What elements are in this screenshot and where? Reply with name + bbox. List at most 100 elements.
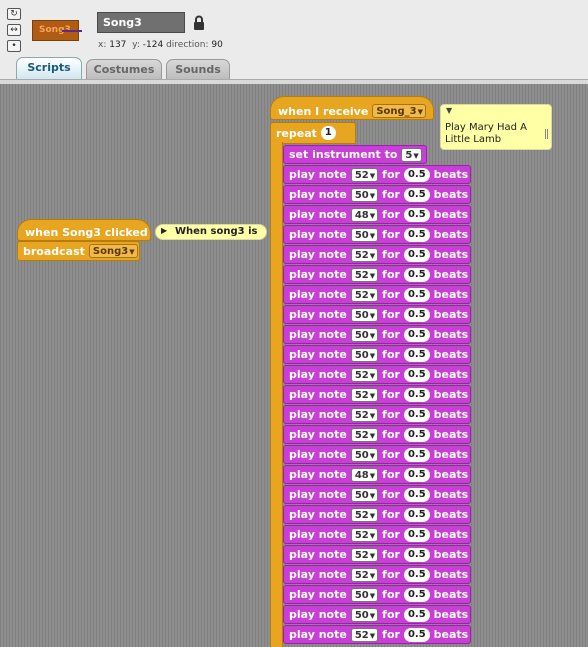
beats-field[interactable]: 0.5 [403,227,430,242]
note-dropdown[interactable]: 52▼ [350,427,379,442]
play-note-block[interactable]: play note 52▼ for 0.5 beats [283,365,471,384]
comment-left[interactable]: ▶ When song3 is [155,224,267,240]
play-note-block[interactable]: play note 52▼ for 0.5 beats [283,565,471,584]
play-note-block[interactable]: play note 52▼ for 0.5 beats [283,285,471,304]
note-dropdown[interactable]: 52▼ [350,407,379,422]
beats-field[interactable]: 0.5 [403,347,430,362]
beats-field[interactable]: 0.5 [403,327,430,342]
note-dropdown[interactable]: 52▼ [350,167,379,182]
note-dropdown[interactable]: 50▼ [350,607,379,622]
note-dropdown[interactable]: 48▼ [350,207,379,222]
note-dropdown[interactable]: 50▼ [350,227,379,242]
repeat-count-field[interactable]: 1 [320,126,336,140]
note-value: 52 [354,569,369,581]
play-note-block[interactable]: play note 50▼ for 0.5 beats [283,305,471,324]
beats-field[interactable]: 0.5 [403,427,430,442]
when-clicked-hat-block[interactable]: when Song3 clicked [17,219,151,241]
tab-sounds[interactable]: Sounds [166,59,230,79]
rotate-full-icon[interactable]: ↻ [7,8,21,20]
note-dropdown[interactable]: 50▼ [350,447,379,462]
beats-field[interactable]: 0.5 [403,567,430,582]
play-note-block[interactable]: play note 50▼ for 0.5 beats [283,485,471,504]
play-note-block[interactable]: play note 50▼ for 0.5 beats [283,445,471,464]
scripts-area[interactable]: when Song3 clicked broadcast Song3▼ ▶ Wh… [0,84,588,647]
note-dropdown[interactable]: 50▼ [350,307,379,322]
note-dropdown[interactable]: 50▼ [350,327,379,342]
beats-field[interactable]: 0.5 [403,267,430,282]
note-dropdown[interactable]: 52▼ [350,247,379,262]
beats-field[interactable]: 0.5 [403,627,430,642]
play-note-block[interactable]: play note 52▼ for 0.5 beats [283,505,471,524]
comment-right[interactable]: ▼ Play Mary Had A Little Lamb [440,104,552,150]
tab-scripts[interactable]: Scripts [16,57,82,80]
play-note-block[interactable]: play note 50▼ for 0.5 beats [283,325,471,344]
flip-left-right-icon[interactable]: ↔ [7,24,21,36]
note-dropdown[interactable]: 50▼ [350,347,379,362]
tab-costumes[interactable]: Costumes [86,59,162,79]
beats-field[interactable]: 0.5 [403,307,430,322]
note-value: 52 [354,549,369,561]
beats-field[interactable]: 0.5 [403,187,430,202]
comment-collapse-icon[interactable]: ▼ [446,106,452,115]
play-note-block[interactable]: play note 48▼ for 0.5 beats [283,465,471,484]
sprite-name-field[interactable]: Song3 [97,12,185,33]
note-dropdown[interactable]: 50▼ [350,587,379,602]
beats-field[interactable]: 0.5 [403,527,430,542]
beats-field[interactable]: 0.5 [403,487,430,502]
note-value: 50 [354,589,369,601]
play-note-block[interactable]: play note 52▼ for 0.5 beats [283,625,471,644]
lock-icon[interactable] [193,15,205,30]
play-note-block[interactable]: play note 52▼ for 0.5 beats [283,165,471,184]
instrument-dropdown[interactable]: 5▼ [401,147,422,162]
beats-field[interactable]: 0.5 [403,547,430,562]
beats-field[interactable]: 0.5 [403,387,430,402]
broadcast-block[interactable]: broadcast Song3▼ [17,241,140,261]
beats-field[interactable]: 0.5 [403,367,430,382]
play-note-block[interactable]: play note 52▼ for 0.5 beats [283,425,471,444]
note-dropdown[interactable]: 50▼ [350,187,379,202]
no-rotate-icon[interactable]: • [7,40,21,52]
comment-resize-handle[interactable] [545,129,548,139]
note-dropdown[interactable]: 52▼ [350,527,379,542]
play-note-block[interactable]: play note 52▼ for 0.5 beats [283,385,471,404]
note-dropdown[interactable]: 52▼ [350,547,379,562]
play-note-block[interactable]: play note 50▼ for 0.5 beats [283,345,471,364]
play-note-block[interactable]: play note 48▼ for 0.5 beats [283,205,471,224]
beats-field[interactable]: 0.5 [403,167,430,182]
play-note-label: play note [289,188,347,201]
broadcast-dropdown[interactable]: Song3▼ [88,244,138,258]
play-note-block[interactable]: play note 50▼ for 0.5 beats [283,585,471,604]
beats-field[interactable]: 0.5 [403,287,430,302]
beats-field[interactable]: 0.5 [403,507,430,522]
note-dropdown[interactable]: 52▼ [350,567,379,582]
play-note-block[interactable]: play note 52▼ for 0.5 beats [283,265,471,284]
note-dropdown[interactable]: 52▼ [350,287,379,302]
set-instrument-block[interactable]: set instrument to 5▼ [283,145,427,164]
receive-dropdown[interactable]: Song_3▼ [372,104,427,118]
play-note-block[interactable]: play note 50▼ for 0.5 beats [283,225,471,244]
beats-field[interactable]: 0.5 [403,467,430,482]
beats-field[interactable]: 0.5 [403,207,430,222]
note-dropdown[interactable]: 48▼ [350,467,379,482]
play-note-block[interactable]: play note 50▼ for 0.5 beats [283,605,471,624]
comment-collapse-icon[interactable]: ▶ [161,226,167,235]
play-note-block[interactable]: play note 52▼ for 0.5 beats [283,245,471,264]
beats-field[interactable]: 0.5 [403,247,430,262]
note-dropdown[interactable]: 52▼ [350,367,379,382]
note-dropdown[interactable]: 52▼ [350,387,379,402]
play-note-block[interactable]: play note 50▼ for 0.5 beats [283,185,471,204]
note-dropdown[interactable]: 52▼ [350,627,379,642]
repeat-block[interactable]: repeat 1 [270,122,356,144]
play-note-block[interactable]: play note 52▼ for 0.5 beats [283,525,471,544]
play-note-block[interactable]: play note 52▼ for 0.5 beats [283,545,471,564]
beats-field[interactable]: 0.5 [403,607,430,622]
note-dropdown[interactable]: 52▼ [350,267,379,282]
note-dropdown[interactable]: 52▼ [350,507,379,522]
play-note-block[interactable]: play note 52▼ for 0.5 beats [283,405,471,424]
note-dropdown[interactable]: 50▼ [350,487,379,502]
beats-field[interactable]: 0.5 [403,407,430,422]
when-receive-hat-block[interactable]: when I receive Song_3▼ [270,96,434,120]
beats-field[interactable]: 0.5 [403,587,430,602]
play-note-label: play note [289,428,347,441]
beats-field[interactable]: 0.5 [403,447,430,462]
